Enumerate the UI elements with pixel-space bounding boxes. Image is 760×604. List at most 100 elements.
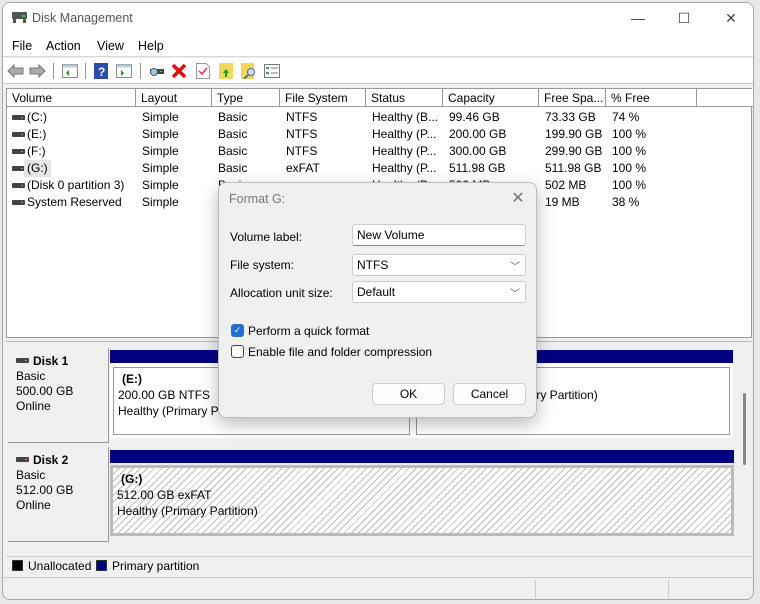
volume-disk-icon xyxy=(12,132,25,137)
column-header-volume[interactable]: Volume xyxy=(7,89,136,107)
menu-view[interactable]: View xyxy=(97,39,124,53)
cell-fs: NTFS xyxy=(286,110,318,124)
close-button[interactable]: ✕ xyxy=(708,3,753,33)
forward-icon[interactable] xyxy=(28,62,46,80)
ok-button[interactable]: OK xyxy=(372,383,445,405)
disk-1-size: 500.00 GB xyxy=(16,384,74,398)
menu-action[interactable]: Action xyxy=(46,39,81,53)
cell-fs: NTFS xyxy=(286,144,318,158)
cell-volume: (C:) xyxy=(27,110,47,124)
primary-partition-bar xyxy=(110,450,734,463)
allocation-unit-size-label: Allocation unit size: xyxy=(230,286,333,300)
cell-free: 199.90 GB xyxy=(545,127,603,141)
cancel-button[interactable]: Cancel xyxy=(453,383,526,405)
volume-list-row[interactable]: (F:) Simple Basic NTFS Healthy (P... 300.00 G… xyxy=(7,143,751,160)
cell-status: Healthy (P... xyxy=(372,144,437,158)
maximize-button[interactable]: ☐ xyxy=(661,3,707,33)
cell-volume: (Disk 0 partition 3) xyxy=(27,178,125,192)
cell-free: 502 MB xyxy=(545,178,587,192)
column-header-free-space[interactable]: Free Spa... xyxy=(539,89,606,107)
cell-pct: 100 % xyxy=(612,127,647,141)
partition-g-size: 512.00 GB exFAT xyxy=(117,488,212,502)
legend: Unallocated Primary partition xyxy=(6,556,752,574)
column-header-status[interactable]: Status xyxy=(366,89,443,107)
cell-pct: 100 % xyxy=(612,178,647,192)
cell-volume: (F:) xyxy=(27,144,46,158)
file-system-label: File system: xyxy=(230,258,295,272)
format-dialog: Format G: ✕ Volume label: File system: N… xyxy=(218,182,537,418)
cell-pct: 100 % xyxy=(612,144,647,158)
cell-pct: 74 % xyxy=(612,110,640,124)
cell-free: 19 MB xyxy=(545,195,580,209)
toolbar: ? xyxy=(3,58,753,84)
column-header-capacity[interactable]: Capacity xyxy=(443,89,539,107)
disk-2-partition-g[interactable]: (G:) 512.00 GB exFAT Healthy (Primary Pa… xyxy=(110,450,734,538)
cell-capacity: 200.00 GB xyxy=(449,127,507,141)
cell-fs: exFAT xyxy=(286,161,320,175)
delete-icon[interactable] xyxy=(170,62,188,80)
volume-list-row[interactable]: (E:) Simple Basic NTFS Healthy (P... 200.00 G… xyxy=(7,126,751,143)
show-hide-console-tree-icon[interactable] xyxy=(61,62,79,80)
legend-primary-partition: Primary partition xyxy=(112,559,200,573)
connect-drive-icon[interactable] xyxy=(147,62,165,80)
column-header-layout[interactable]: Layout xyxy=(136,89,212,107)
title-bar: Disk Management — ☐ ✕ xyxy=(3,3,753,35)
disk-1-name: Disk 1 xyxy=(16,354,108,369)
show-action-pane-icon[interactable] xyxy=(115,62,133,80)
compression-checkbox[interactable] xyxy=(231,345,244,358)
cell-pct: 100 % xyxy=(612,161,647,175)
partition-g-status: Healthy (Primary Partition) xyxy=(117,504,258,518)
dialog-title: Format G: xyxy=(229,192,286,206)
details-icon[interactable] xyxy=(263,62,281,80)
minimize-button[interactable]: — xyxy=(615,3,661,33)
graph-scrollbar[interactable] xyxy=(743,393,746,465)
column-header-percent-free[interactable]: % Free xyxy=(606,89,697,107)
volume-list-row[interactable]: (C:) Simple Basic NTFS Healthy (B... 99.46 GB… xyxy=(7,109,751,126)
help-icon[interactable]: ? xyxy=(92,62,110,80)
disk-2-state: Online xyxy=(16,498,51,512)
check-properties-icon[interactable] xyxy=(194,62,212,80)
volume-list-row[interactable]: (G:) Simple Basic exFAT Healthy (P... 511.98 … xyxy=(7,160,751,177)
dialog-close-button[interactable]: ✕ xyxy=(508,189,528,209)
volume-disk-icon xyxy=(12,149,25,154)
back-icon[interactable] xyxy=(6,62,24,80)
column-header-type[interactable]: Type xyxy=(212,89,280,107)
cell-status: Healthy (B... xyxy=(372,110,439,124)
menu-file[interactable]: File xyxy=(12,39,32,53)
cell-free: 511.98 GB xyxy=(545,161,602,175)
disk-2-name: Disk 2 xyxy=(16,453,108,468)
partition-g-label: (G:) xyxy=(121,472,143,486)
quick-format-label[interactable]: Perform a quick format xyxy=(248,324,369,338)
legend-unallocated: Unallocated xyxy=(28,559,92,573)
cell-layout: Simple xyxy=(142,144,179,158)
cell-free: 299.90 GB xyxy=(545,144,603,158)
disk-1-state: Online xyxy=(16,399,51,413)
column-header-empty xyxy=(697,89,753,107)
cell-volume: (G:) xyxy=(24,160,51,177)
volume-label-label: Volume label: xyxy=(230,230,303,244)
svg-text:?: ? xyxy=(98,65,105,79)
search-icon[interactable] xyxy=(240,62,258,80)
volume-disk-icon xyxy=(12,200,25,205)
disk-1-label[interactable]: Disk 1 Basic 500.00 GB Online xyxy=(8,348,109,443)
compression-label[interactable]: Enable file and folder compression xyxy=(248,345,432,359)
disk-icon xyxy=(16,358,29,363)
file-system-select[interactable]: NTFS ﹀ xyxy=(352,254,526,276)
disk-2-size: 512.00 GB xyxy=(16,483,74,497)
cell-layout: Simple xyxy=(142,127,179,141)
volume-disk-icon xyxy=(12,183,25,188)
cell-type: Basic xyxy=(218,127,248,141)
menu-help[interactable]: Help xyxy=(138,39,164,53)
allocation-unit-size-select[interactable]: Default ﹀ xyxy=(352,281,526,303)
disk-2-label[interactable]: Disk 2 Basic 512.00 GB Online xyxy=(8,447,109,542)
cell-capacity: 300.00 GB xyxy=(449,144,507,158)
cell-layout: Simple xyxy=(142,178,179,192)
volume-label-input[interactable] xyxy=(352,224,526,246)
disk-icon xyxy=(16,457,29,462)
disk-1-type: Basic xyxy=(16,369,46,383)
menu-bar: File Action View Help xyxy=(3,35,753,57)
folder-up-icon[interactable] xyxy=(217,62,235,80)
cell-layout: Simple xyxy=(142,161,179,175)
quick-format-checkbox[interactable]: ✓ xyxy=(231,324,244,337)
column-header-file-system[interactable]: File System xyxy=(280,89,366,107)
